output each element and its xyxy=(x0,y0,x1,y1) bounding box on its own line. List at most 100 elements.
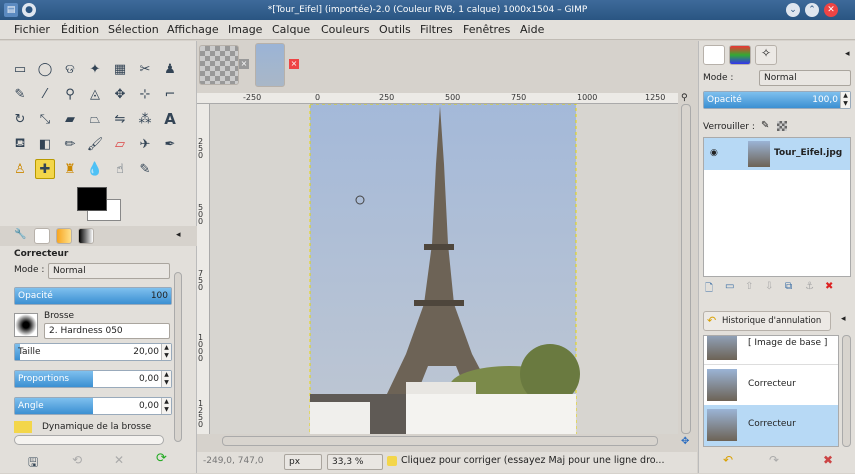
perspective-icon[interactable]: ⏢ xyxy=(85,109,105,129)
navigate-icon[interactable]: ✥ xyxy=(681,436,689,447)
zoom-select[interactable]: 33,3 % xyxy=(327,454,383,470)
undo-icon[interactable]: ↶ xyxy=(723,453,733,467)
blur-icon[interactable]: 💧 xyxy=(85,159,105,179)
paths-tab-icon[interactable]: ✧ xyxy=(755,45,777,65)
color-picker-icon[interactable]: ⁄ xyxy=(35,84,55,104)
eraser-icon[interactable]: ▱ xyxy=(110,134,130,154)
reset-options-icon[interactable]: ⟳ xyxy=(156,451,167,466)
free-select-icon[interactable]: ଡ xyxy=(60,59,80,79)
duplicate-layer-icon[interactable]: ⧉ xyxy=(785,281,792,292)
canvas-hscrollbar[interactable] xyxy=(222,436,658,446)
history-scrollbar[interactable] xyxy=(842,335,851,447)
close-tab-icon[interactable]: × xyxy=(239,59,249,69)
menu-filtres[interactable]: Filtres xyxy=(420,23,453,36)
fuzzy-select-icon[interactable]: ✦ xyxy=(85,59,105,79)
paintbrush-icon[interactable]: 🖌 xyxy=(85,134,105,154)
tool-options-tab-icon[interactable]: 🔧 xyxy=(14,229,30,243)
rect-select-icon[interactable]: ▭ xyxy=(10,59,30,79)
window-menu-icon[interactable]: ● xyxy=(22,3,36,17)
minimize-icon[interactable]: ⌄ xyxy=(786,3,800,17)
undo-history-tab[interactable]: ↶ Historique d'annulation xyxy=(703,311,831,331)
menu-couleurs[interactable]: Couleurs xyxy=(321,23,369,36)
brush-name-field[interactable]: 2. Hardness 050 xyxy=(44,323,170,339)
brush-preview[interactable] xyxy=(14,313,38,337)
raise-layer-icon[interactable]: ⇧ xyxy=(745,281,753,292)
restore-options-icon[interactable]: ⟲ xyxy=(72,453,82,467)
size-spinner[interactable]: ▲ ▼ xyxy=(161,344,171,360)
zoom-icon[interactable]: ⚲ xyxy=(60,84,80,104)
canvas-vscrollbar[interactable] xyxy=(681,104,691,434)
history-item[interactable]: Correcteur xyxy=(704,364,838,404)
airbrush-icon[interactable]: ✈ xyxy=(135,134,155,154)
menu-affichage[interactable]: Affichage xyxy=(167,23,219,36)
heal-icon[interactable]: ✚ xyxy=(35,159,55,179)
blend-icon[interactable]: ◧ xyxy=(35,134,55,154)
image-canvas[interactable] xyxy=(210,104,678,434)
scissors-icon[interactable]: ✂ xyxy=(135,59,155,79)
size-slider[interactable]: Taille 20,00 ▲ ▼ xyxy=(14,343,172,361)
options-hscrollbar[interactable] xyxy=(14,435,164,445)
menu-calque[interactable]: Calque xyxy=(272,23,310,36)
layer-mode-select[interactable]: Normal xyxy=(759,70,851,86)
move-icon[interactable]: ✥ xyxy=(110,84,130,104)
new-layer-icon[interactable]: 🗋 xyxy=(705,281,713,298)
delete-options-icon[interactable]: ✕ xyxy=(114,453,124,467)
menu-fichier[interactable]: Fichier xyxy=(14,23,50,36)
options-vscrollbar[interactable] xyxy=(174,272,182,442)
foreground-color-swatch[interactable] xyxy=(77,187,107,211)
text-tool-icon[interactable]: A xyxy=(160,109,180,129)
pencil-icon[interactable]: ✏ xyxy=(60,134,80,154)
ellipse-select-icon[interactable]: ◯ xyxy=(35,59,55,79)
history-item-selected[interactable]: Correcteur xyxy=(704,405,838,446)
menu-edition[interactable]: Édition xyxy=(61,23,99,36)
dodge-burn-icon[interactable]: ✎ xyxy=(135,159,155,179)
image-tab-wilber[interactable] xyxy=(199,45,239,85)
channels-tab-icon[interactable] xyxy=(729,45,751,65)
new-group-icon[interactable]: ▭ xyxy=(725,281,734,292)
layers-tab-icon[interactable] xyxy=(703,45,725,65)
menu-selection[interactable]: Sélection xyxy=(108,23,159,36)
maximize-icon[interactable]: ⌃ xyxy=(805,3,819,17)
perspective-clone-icon[interactable]: ♜ xyxy=(60,159,80,179)
proportions-slider[interactable]: Proportions 0,00 ▲ ▼ xyxy=(14,370,172,388)
delete-layer-icon[interactable]: ✖ xyxy=(825,281,833,292)
crop-icon[interactable]: ⌐ xyxy=(160,84,180,104)
eye-icon[interactable]: ◉ xyxy=(710,148,718,158)
smudge-icon[interactable]: ☝ xyxy=(110,159,130,179)
align-icon[interactable]: ⊹ xyxy=(135,84,155,104)
dynamics-icon[interactable] xyxy=(14,421,32,433)
save-options-icon[interactable]: 🖫 xyxy=(28,453,38,474)
cage-icon[interactable]: ⁂ xyxy=(135,109,155,129)
flip-icon[interactable]: ⇋ xyxy=(110,109,130,129)
clear-history-icon[interactable]: ✖ xyxy=(823,453,833,467)
menu-image[interactable]: Image xyxy=(228,23,262,36)
angle-slider[interactable]: Angle 0,00 ▲ ▼ xyxy=(14,397,172,415)
rotate-icon[interactable]: ↻ xyxy=(10,109,30,129)
angle-spinner[interactable]: ▲ ▼ xyxy=(161,398,171,414)
layer-row[interactable]: ◉ Tour_Eifel.jpg xyxy=(704,138,850,170)
close-tab-icon[interactable]: × xyxy=(289,59,299,69)
redo-icon[interactable]: ↷ xyxy=(769,453,779,467)
anchor-layer-icon[interactable]: ⚓ xyxy=(805,281,814,292)
unit-select[interactable]: px xyxy=(284,454,322,470)
palette-tab-icon[interactable] xyxy=(78,228,94,244)
proportions-spinner[interactable]: ▲ ▼ xyxy=(161,371,171,387)
shear-icon[interactable]: ▰ xyxy=(60,109,80,129)
paths-icon[interactable]: ✎ xyxy=(10,84,30,104)
layers-panel-menu-icon[interactable]: ◂ xyxy=(845,49,850,59)
opacity-slider[interactable]: Opacité 100 xyxy=(14,287,172,305)
measure-icon[interactable]: ◬ xyxy=(85,84,105,104)
scale-icon[interactable]: ⤡ xyxy=(35,109,55,129)
image-tab-tour-eifel[interactable] xyxy=(255,43,285,87)
layer-opacity-slider[interactable]: Opacité 100,0 ▲ ▼ xyxy=(703,91,851,109)
lock-alpha-icon[interactable] xyxy=(777,121,787,131)
panel-menu-icon[interactable]: ◂ xyxy=(176,230,181,240)
menu-aide[interactable]: Aide xyxy=(520,23,544,36)
gradient-tab-icon[interactable] xyxy=(56,228,72,244)
close-icon[interactable]: ✕ xyxy=(824,3,838,17)
history-item[interactable]: [ Image de base ] xyxy=(704,336,838,362)
foreground-select-icon[interactable]: ♟ xyxy=(160,59,180,79)
layer-opacity-spinner[interactable]: ▲ ▼ xyxy=(840,92,850,108)
clone-icon[interactable]: ♙ xyxy=(10,159,30,179)
color-select-icon[interactable]: ▦ xyxy=(110,59,130,79)
